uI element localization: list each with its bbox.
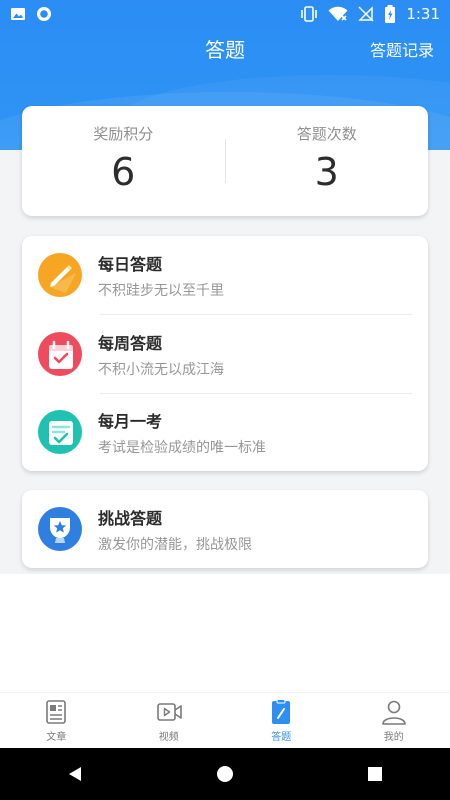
tab-profile[interactable]: 我的 (338, 693, 450, 747)
challenge-quiz-item[interactable]: 挑战答题 激发你的潜能，挑战极限 (22, 490, 428, 568)
home-icon (217, 766, 233, 782)
weekly-quiz-subtitle: 不积小流无以成江海 (98, 361, 224, 378)
count-label: 答题次数 (296, 124, 357, 143)
back-icon (69, 767, 81, 781)
status-bar: 1:31 (0, 0, 450, 28)
tab-label: 我的 (383, 731, 404, 743)
weekly-quiz-title: 每周答题 (98, 333, 163, 353)
recents-button[interactable] (345, 754, 405, 794)
daily-quiz-title: 每日答题 (98, 254, 163, 274)
tab-label: 答题 (271, 731, 292, 743)
recents-icon (368, 767, 382, 781)
monthly-quiz-item[interactable]: 每月一考 考试是检验成绩的唯一标准 (22, 393, 428, 471)
tab-quiz[interactable]: 答题 (225, 693, 338, 747)
app-notification-icon (37, 7, 51, 21)
pencil-icon (38, 253, 82, 297)
trophy-icon (38, 507, 82, 551)
wifi-icon (328, 6, 348, 21)
monthly-quiz-subtitle: 考试是检验成绩的唯一标准 (98, 439, 266, 456)
status-time: 1:31 (406, 5, 440, 23)
tab-label: 文章 (46, 731, 67, 743)
tab-article[interactable]: 文章 (0, 693, 113, 747)
weekly-quiz-item[interactable]: 每周答题 不积小流无以成江海 (22, 315, 428, 393)
daily-quiz-subtitle: 不积跬步无以至千里 (98, 282, 224, 299)
system-nav-bar (0, 748, 450, 800)
challenge-quiz-title: 挑战答题 (98, 508, 163, 528)
daily-quiz-item[interactable]: 每日答题 不积跬步无以至千里 (22, 236, 428, 314)
battery-icon (385, 5, 396, 23)
tab-video[interactable]: 视频 (113, 693, 226, 747)
calendar-icon (38, 332, 82, 376)
page-title: 答题 (205, 37, 245, 62)
challenge-quiz-subtitle: 激发你的潜能，挑战极限 (98, 536, 252, 553)
profile-icon (381, 700, 406, 725)
bottom-tab-bar: 文章 视频 答题 我的 (0, 692, 450, 747)
count-stat: 答题次数 3 (226, 125, 429, 194)
quiz-icon (272, 698, 291, 724)
challenge-card: 挑战答题 激发你的潜能，挑战极限 (22, 490, 428, 568)
no-signal-icon (358, 6, 374, 22)
image-icon (11, 8, 25, 20)
vibrate-icon (301, 6, 318, 22)
article-icon (46, 699, 67, 724)
quiz-list-card: 每日答题 不积跬步无以至千里 每周答题 不积小流无以成江海 每月一考 考试是检验… (22, 236, 428, 471)
quiz-record-link[interactable]: 答题记录 (370, 37, 434, 61)
points-value: 6 (111, 149, 136, 194)
points-label: 奖励积分 (93, 124, 154, 143)
points-stat: 奖励积分 6 (22, 125, 225, 194)
tab-label: 视频 (158, 731, 179, 743)
stats-card: 奖励积分 6 答题次数 3 (22, 106, 428, 216)
home-button[interactable] (195, 754, 255, 794)
count-value: 3 (314, 149, 339, 194)
back-button[interactable] (45, 754, 105, 794)
nav-bar: 答题 答题记录 (0, 28, 450, 68)
monthly-quiz-title: 每月一考 (98, 411, 163, 431)
video-icon (156, 702, 182, 721)
checklist-icon (38, 410, 82, 454)
